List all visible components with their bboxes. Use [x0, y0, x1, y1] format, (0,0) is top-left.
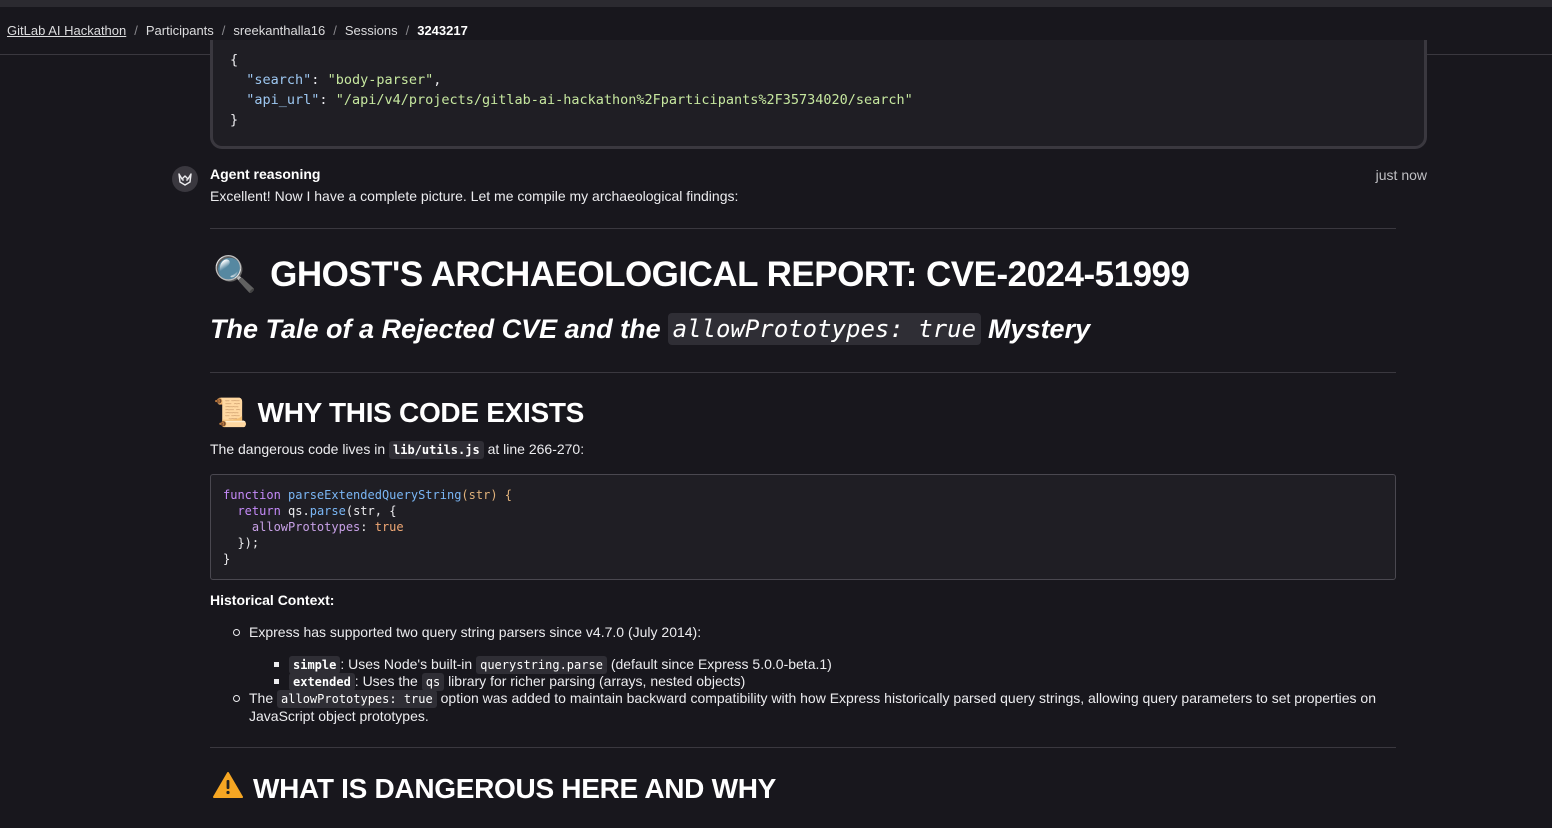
- report-title-text: GHOST'S ARCHAEOLOGICAL REPORT: CVE-2024-…: [270, 254, 1190, 294]
- list-item: simple: Uses Node's built-in querystring…: [274, 656, 832, 674]
- code-object: qs.: [288, 504, 310, 518]
- breadcrumb-sessions-link[interactable]: Sessions: [345, 23, 398, 38]
- sub1-text-post: (default since Express 5.0.0-beta.1): [610, 656, 832, 672]
- code-keyword: return: [237, 504, 281, 518]
- intro-text-pre: The dangerous code lives in: [210, 441, 386, 457]
- json-output-block: { "search": "body-parser", "api_url": "/…: [210, 40, 1427, 149]
- sub1-text-pre: : Uses Node's built-in: [340, 656, 473, 672]
- json-close-brace: }: [230, 112, 239, 128]
- code-args: (str) {: [461, 488, 512, 502]
- code-function-name: parseExtendedQueryString: [288, 488, 462, 502]
- message-author: Agent reasoning: [210, 166, 321, 182]
- extended-code: extended: [289, 673, 355, 691]
- code-keyword: function: [223, 488, 281, 502]
- top-strip: [0, 0, 1552, 7]
- code-call-args: (str, {: [345, 504, 397, 518]
- simple-code: simple: [289, 656, 341, 674]
- divider: [210, 228, 1396, 229]
- section-why-intro: The dangerous code lives in lib/utils.js…: [210, 441, 585, 459]
- breadcrumb-participants-link[interactable]: Participants: [146, 23, 214, 38]
- breadcrumb-hackathon-link[interactable]: GitLab AI Hackathon: [7, 23, 126, 38]
- qs-code: qs: [421, 673, 445, 691]
- message-timestamp: just now: [1375, 167, 1427, 183]
- sub2-text-pre: : Uses the: [354, 673, 418, 689]
- breadcrumb-separator: /: [134, 23, 138, 38]
- report-title: 🔍 GHOST'S ARCHAEOLOGICAL REPORT: CVE-202…: [213, 254, 1190, 295]
- divider: [210, 372, 1396, 373]
- breadcrumb-current-session: 3243217: [417, 23, 468, 38]
- code-close-call: });: [237, 536, 260, 550]
- divider: [210, 747, 1396, 748]
- breadcrumb-separator: /: [221, 23, 226, 38]
- breadcrumb-separator: /: [405, 23, 410, 38]
- code-block: function parseExtendedQueryString(str) {…: [210, 474, 1396, 580]
- subtitle-text-post: Mystery: [988, 313, 1091, 344]
- subtitle-code: allowPrototypes: true: [667, 313, 982, 345]
- code-boolean: true: [374, 520, 404, 534]
- tanuki-icon: [172, 166, 198, 192]
- sub2-text-post: library for richer parsing (arrays, nest…: [448, 673, 746, 689]
- list-item: Express has supported two query string p…: [232, 624, 702, 640]
- section-why-title: WHY THIS CODE EXISTS: [257, 396, 585, 428]
- json-value-search: "body-parser": [327, 72, 434, 88]
- warning-emoji-icon: [213, 771, 243, 806]
- bullet2-text-post: option was added to maintain backward co…: [440, 690, 1291, 706]
- bullet2-text-pre: The: [249, 690, 274, 706]
- list-item: The allowPrototypes: true option was add…: [233, 690, 1389, 725]
- section-danger-heading: WHAT IS DANGEROUS HERE AND WHY: [213, 771, 776, 806]
- message-text: Excellent! Now I have a complete picture…: [210, 188, 739, 204]
- intro-file-code: lib/utils.js: [389, 441, 484, 459]
- json-value-api-url: "/api/v4/projects/gitlab-ai-hackathon%2F…: [335, 92, 913, 108]
- json-key-api-url: "api_url": [246, 92, 320, 108]
- historical-context-label: Historical Context:: [210, 592, 335, 608]
- json-open-brace: {: [230, 52, 239, 68]
- report-subtitle: The Tale of a Rejected CVE and the allow…: [210, 313, 1090, 345]
- subtitle-text-pre: The Tale of a Rejected CVE and the: [210, 313, 661, 344]
- magnifier-emoji-icon: 🔍: [213, 255, 257, 294]
- code-close-brace: }: [223, 552, 231, 566]
- json-key-search: "search": [246, 72, 312, 88]
- querystring-parse-code: querystring.parse: [476, 656, 607, 674]
- section-danger-title: WHAT IS DANGEROUS HERE AND WHY: [253, 772, 777, 804]
- breadcrumb-user-link[interactable]: sreekanthalla16: [233, 23, 325, 38]
- code-property: allowPrototypes: [251, 520, 361, 534]
- scroll-emoji-icon: 📜: [213, 397, 248, 428]
- section-why-heading: 📜 WHY THIS CODE EXISTS: [213, 396, 584, 429]
- code-method: parse: [309, 504, 346, 518]
- allow-prototypes-code: allowPrototypes: true: [277, 690, 437, 708]
- intro-text-post: at line 266-270:: [487, 441, 585, 457]
- breadcrumb-separator: /: [333, 23, 337, 38]
- list-item: extended: Uses the qs library for richer…: [273, 673, 746, 691]
